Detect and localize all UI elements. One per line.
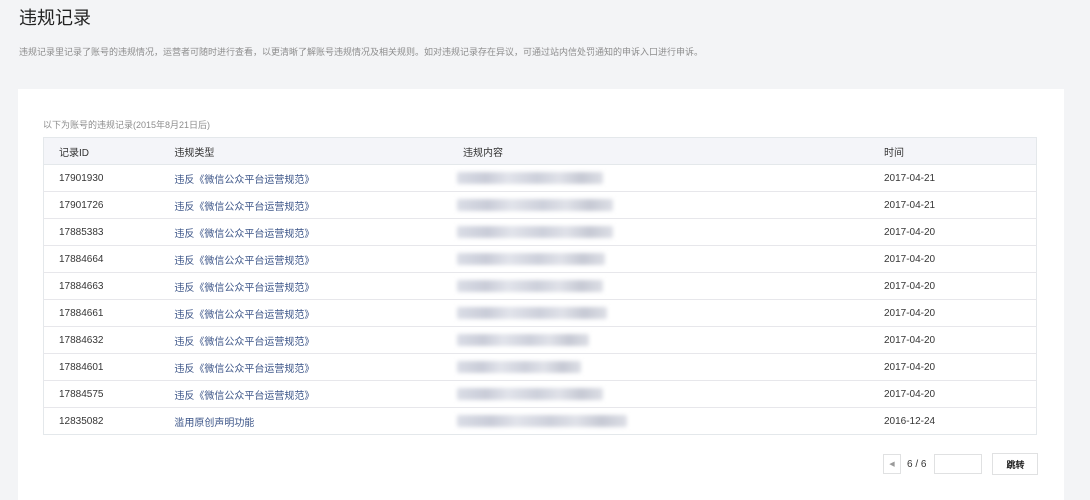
table-header-row: 记录ID 违规类型 违规内容 时间 (43, 137, 1037, 165)
violation-type-link[interactable]: 违反《微信公众平台运营规范》 (174, 337, 314, 348)
violation-type-link[interactable]: 违反《微信公众平台运营规范》 (174, 310, 314, 321)
record-time: 2017-04-21 (883, 191, 1037, 219)
table-row: 12835082 滥用原创声明功能 2016-12-24 (44, 408, 1037, 435)
redacted-content (457, 172, 603, 184)
table-row: 17884575 违反《微信公众平台运营规范》 2017-04-20 (43, 380, 1037, 408)
record-time: 2016-12-24 (883, 415, 936, 427)
record-time: 2017-04-21 (883, 164, 1037, 192)
table-row: 17884664 违反《微信公众平台运营规范》 2017-04-20 (43, 245, 1037, 273)
record-id: 17884575 (43, 380, 175, 408)
records-caption: 以下为账号的违规记录(2015年8月21日后) (43, 120, 211, 130)
violation-records-page: 违规记录 违规记录里记录了账号的违规情况，运营者可随时进行查看，以更清晰了解账号… (0, 0, 1090, 500)
record-id: 17884661 (43, 299, 175, 327)
redacted-content (457, 334, 589, 346)
violation-type-link[interactable]: 滥用原创声明功能 (174, 418, 254, 429)
jump-button[interactable]: 跳转 (992, 453, 1039, 475)
violation-type-link[interactable]: 违反《微信公众平台运营规范》 (174, 391, 314, 402)
redacted-content (457, 199, 613, 211)
record-time: 2017-04-20 (883, 380, 1037, 408)
redacted-content (457, 226, 613, 238)
table-row: 17884632 违反《微信公众平台运营规范》 2017-04-20 (43, 326, 1037, 354)
redacted-content (457, 388, 603, 400)
record-time: 2017-04-20 (883, 326, 1037, 354)
table-row: 17884601 违反《微信公众平台运营规范》 2017-04-20 (43, 353, 1037, 381)
table-row: 17884663 违反《微信公众平台运营规范》 2017-04-20 (43, 272, 1037, 300)
table-row: 17901930 违反《微信公众平台运营规范》 2017-04-21 (43, 164, 1037, 192)
table-row: 17901726 违反《微信公众平台运营规范》 2017-04-21 (43, 191, 1037, 219)
violation-type-link[interactable]: 违反《微信公众平台运营规范》 (174, 256, 314, 267)
record-id: 17901726 (43, 191, 175, 219)
record-time: 2017-04-20 (883, 353, 1037, 381)
redacted-content (457, 361, 581, 373)
record-id: 17901930 (43, 164, 175, 192)
redacted-content (457, 307, 607, 319)
redacted-content (457, 280, 603, 292)
record-time: 2017-04-20 (883, 218, 1037, 246)
record-id: 17885383 (43, 218, 175, 246)
records-card: 以下为账号的违规记录(2015年8月21日后) 记录ID 违规类型 违规内容 时… (18, 89, 1064, 500)
violation-type-link[interactable]: 违反《微信公众平台运营规范》 (174, 283, 314, 294)
record-id: 17884663 (43, 272, 175, 300)
record-id: 17884664 (43, 245, 175, 273)
column-header-time: 时间 (883, 137, 1037, 165)
redacted-content (457, 415, 627, 427)
violation-type-link[interactable]: 违反《微信公众平台运营规范》 (174, 175, 314, 186)
record-time: 2017-04-20 (883, 245, 1037, 273)
page-indicator: 6 / 6 (907, 458, 927, 470)
prev-page-button[interactable]: ◀ (883, 454, 901, 474)
record-id: 17884632 (43, 326, 175, 354)
redacted-content (457, 253, 605, 265)
chevron-left-icon: ◀ (889, 461, 895, 468)
page-description: 违规记录里记录了账号的违规情况，运营者可随时进行查看，以更清晰了解账号违规情况及… (19, 47, 704, 57)
violation-type-link[interactable]: 违反《微信公众平台运营规范》 (174, 229, 314, 240)
record-time: 2017-04-20 (883, 272, 1037, 300)
violation-type-link[interactable]: 违反《微信公众平台运营规范》 (174, 364, 314, 375)
record-id: 17884601 (43, 353, 175, 381)
violation-type-link[interactable]: 违反《微信公众平台运营规范》 (174, 202, 314, 213)
table-row: 17884661 违反《微信公众平台运营规范》 2017-04-20 (43, 299, 1037, 327)
table-row: 17885383 违反《微信公众平台运营规范》 2017-04-20 (43, 218, 1037, 246)
column-header-content: 违规内容 (463, 137, 884, 165)
record-time: 2017-04-20 (883, 299, 1037, 327)
page-number-input[interactable] (934, 454, 983, 474)
pagination: ◀ 6 / 6 跳转 (883, 453, 1039, 475)
column-header-type: 违规类型 (174, 137, 463, 165)
record-id: 12835082 (59, 415, 104, 427)
page-title: 违规记录 (19, 8, 91, 28)
records-table: 记录ID 违规类型 违规内容 时间 17901930 违反《微信公众平台运营规范… (43, 137, 1037, 435)
column-header-id: 记录ID (43, 137, 175, 165)
